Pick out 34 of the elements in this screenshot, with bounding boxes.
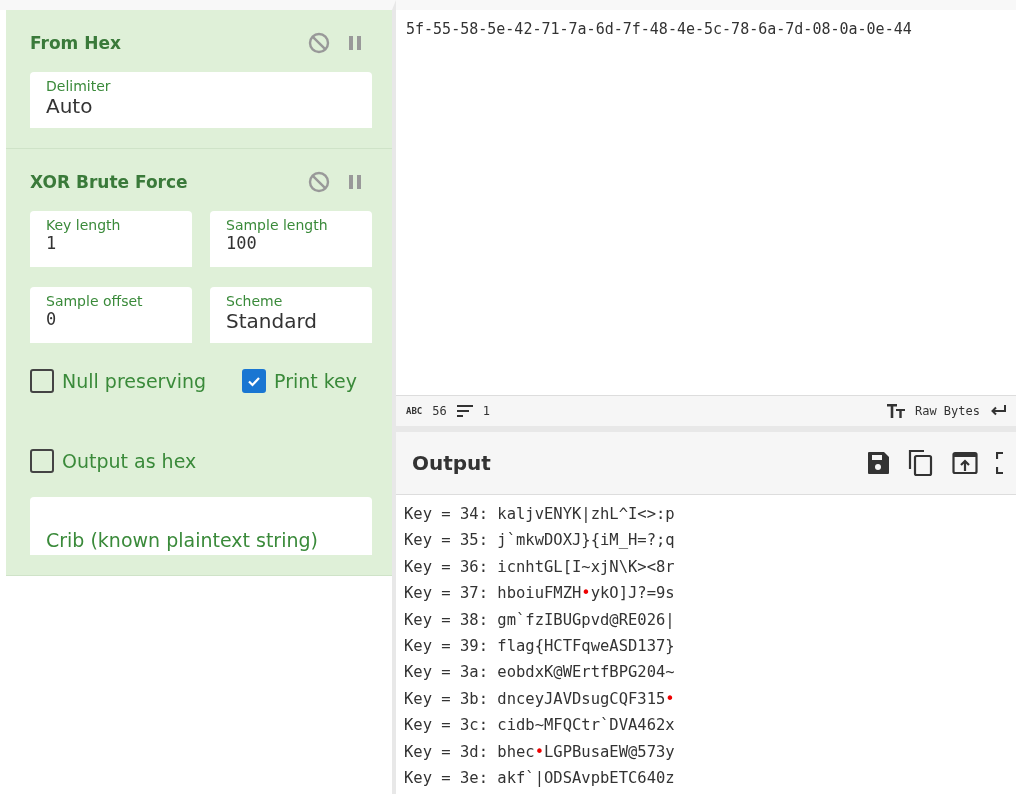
text-size-icon[interactable]	[886, 404, 905, 418]
return-arrow-icon[interactable]	[990, 405, 1006, 417]
output-line: Key = 37: hboiuFMZH•ykO]J?=9s	[404, 583, 676, 605]
checkbox[interactable]: Output as hex	[30, 449, 197, 473]
output-line: Key = 3c: cidb~MFQCtr`DVA462x	[404, 715, 676, 737]
output-line: Key = 34: kaljvENYK|zhL^I<>:p	[404, 504, 676, 525]
save-icon[interactable]	[866, 451, 890, 475]
line-count: 1	[482, 404, 490, 418]
number-field[interactable]: Sample offset 0	[30, 287, 192, 343]
output-line: Key = 3a: eobdxK@WErtfBPG204~	[404, 662, 676, 684]
crib-field[interactable]: Crib (known plaintext string)	[30, 497, 372, 555]
checkbox[interactable]: Print key	[242, 369, 358, 393]
operation-title: From Hex	[30, 33, 122, 53]
length-count: 56	[432, 404, 447, 418]
output-line: Key = 3b: dnceyJAVDsugCQF315•	[404, 688, 676, 710]
output-line: Key = 36: icnhtGL[I~xjN\K><8r	[404, 556, 676, 578]
copy-icon[interactable]	[908, 449, 934, 477]
output-line: Key = 38: gm`fzIBUGpvd@RE026|	[404, 609, 676, 631]
encoding-label[interactable]: Raw Bytes	[914, 404, 980, 418]
dropdown-field[interactable]: Scheme Standard	[210, 287, 372, 343]
output-line: Key = 3d: bhec•LGPBusaEW@573y	[404, 741, 676, 763]
length-icon: ABC	[406, 406, 423, 416]
number-field[interactable]: Sample length 100	[210, 211, 372, 267]
fullscreen-icon[interactable]	[996, 451, 1006, 475]
operation-title: XOR Brute Force	[30, 172, 189, 192]
output-line: Key = 35: j`mkwDOXJ}{iM_H=?;q	[404, 530, 676, 552]
upload-icon[interactable]	[952, 451, 978, 475]
output-line: Key = 3e: akf`|ODSAvpbETC640z	[404, 768, 676, 790]
output-line: Key = 39: flag{HCTFqweASD137}	[404, 636, 676, 658]
checkbox[interactable]: Null preserving	[30, 369, 207, 393]
lines-icon	[456, 405, 473, 417]
dropdown-field[interactable]: Delimiter Auto	[30, 72, 372, 128]
number-field[interactable]: Key length 1	[30, 211, 192, 267]
output-title: Output	[412, 451, 492, 475]
